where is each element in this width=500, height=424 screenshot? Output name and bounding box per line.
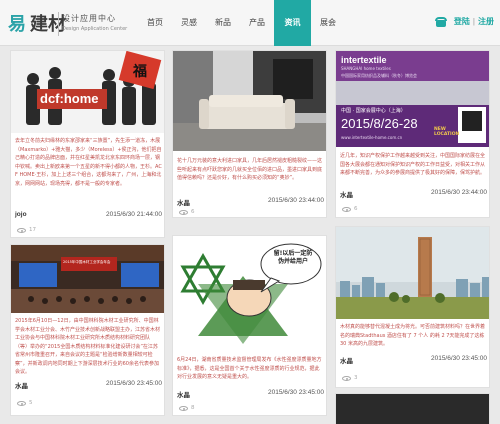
card-date: 2015/6/30 23:45:00 (430, 355, 487, 362)
card-description: 6月24日，湖南省质量技术监督管理局发布《水性强度漂质量地方标准》，据悉，这是全… (177, 357, 322, 380)
eye-icon (179, 405, 188, 411)
news-card[interactable]: intertextile SHANGHAI home textiles 中国国际… (335, 50, 490, 218)
link-separator: | (472, 17, 475, 26)
logo-name: 建材 (30, 14, 66, 35)
main-nav: 首页 灵感 新品 产品 资讯 展会 (138, 0, 345, 46)
view-count-value: 17 (29, 227, 36, 233)
skyline-photo-illustration (336, 227, 489, 319)
poster-venue: 中国 · 国家会展中心（上海） (341, 108, 406, 114)
view-count: 5 (17, 400, 33, 406)
view-count-value: 5 (29, 400, 33, 406)
user-links: 登陆 | 注册 (434, 16, 494, 27)
phone-icon[interactable] (434, 16, 447, 27)
view-count: 6 (179, 209, 195, 215)
card-date: 2015/6/30 21:44:00 (105, 211, 162, 218)
nav-item-news[interactable]: 资讯 (274, 0, 311, 46)
view-count: 8 (179, 405, 195, 411)
conference-photo-illustration (11, 245, 164, 313)
view-count: 6 (342, 206, 358, 212)
card-date: 2015/6/30 23:44:00 (267, 197, 324, 204)
view-count-value: 6 (191, 209, 195, 215)
eye-icon (342, 375, 351, 381)
nav-item-products[interactable]: 产品 (240, 0, 274, 46)
poster-subtitle: 中国国际家用纺织品及辅料（秋冬）博览会 (341, 73, 417, 78)
news-card[interactable]: 留!以后一定防伪并给用户 6月24日，湖南省质量技术监督管理局发布《水性强度漂质… (172, 235, 327, 416)
card-meta: 水晶 2015/6/30 23:45:00 (15, 380, 162, 390)
image-caption: dcf:home (40, 91, 99, 106)
eye-icon (17, 227, 26, 233)
image-stamp: 福 (133, 64, 147, 80)
logo-chinese-tagline: 设计应用中心 (62, 14, 116, 23)
eye-icon (342, 206, 351, 212)
poster-url: www.intertextile-home.com.cn (341, 135, 403, 140)
logo-mark: 易 (8, 14, 26, 35)
poster-brand-sub: SHANGHAI home textiles (341, 66, 391, 71)
login-link[interactable]: 登陆 (454, 16, 470, 27)
logo-divider (58, 12, 59, 36)
card-image[interactable]: dcf:home 福 (11, 51, 164, 133)
card-author[interactable]: 水晶 (177, 197, 190, 207)
nav-item-exhibitions[interactable]: 展会 (311, 0, 345, 46)
card-author[interactable]: 水晶 (340, 355, 353, 365)
poster-new-location: NEW LOCATION (434, 127, 460, 137)
card-image[interactable]: 留!以后一定防伪并给用户 (173, 236, 326, 344)
card-description: 2015年6月10日—12日，由中国林科院木材工业研究所、中国林学会木材工业分会… (15, 318, 161, 375)
top-navigation-bar: 易 建材 设计应用中心 Design Application Center 首页… (0, 0, 500, 46)
view-count-value: 3 (354, 375, 358, 381)
sofa-photo-illustration (173, 51, 326, 151)
nav-item-home[interactable]: 首页 (138, 0, 172, 46)
card-image[interactable] (173, 51, 326, 151)
nav-item-inspiration[interactable]: 灵感 (172, 0, 206, 46)
card-author[interactable]: 水晶 (15, 380, 28, 390)
eye-icon (179, 209, 188, 215)
site-logo[interactable]: 易 建材 设计应用中心 Design Application Center (8, 8, 127, 40)
news-card[interactable]: dcf:home 福 去年立冬前夫妇缘林的东家邵家来“三族置”，先生添一道冻，木… (10, 50, 165, 238)
view-count-value: 8 (191, 405, 195, 411)
card-meta: 水晶 2015/6/30 23:44:00 (340, 189, 487, 199)
eye-icon (17, 400, 26, 406)
card-author[interactable]: 水晶 (177, 389, 190, 399)
card-description: 花十几万元装的意大利进口家具，几年后居然褪皮粗糙裂纹——这些听起来有点吓跃您家的… (177, 158, 323, 181)
card-image[interactable]: intertextile SHANGHAI home textiles 中国国际… (336, 51, 489, 147)
card-author[interactable]: jojo (15, 211, 27, 218)
image-banner-text: 2015年中国木材工业学会年会 (63, 260, 111, 264)
card-author[interactable]: 水晶 (340, 189, 353, 199)
card-meta: 水晶 2015/6/30 23:45:00 (340, 355, 487, 365)
view-count: 3 (342, 375, 358, 381)
card-meta: jojo 2015/6/30 21:44:00 (15, 211, 162, 221)
card-image[interactable] (336, 227, 489, 319)
card-description: 去年立冬前夫妇缘林的东家邵家来“三族置”，先生添一道冻，木展（Maxmarko）… (15, 138, 162, 187)
news-card[interactable]: 2015年中国木材工业学会年会 2015年6月10日—12日，由中国林科院木材工… (10, 244, 165, 416)
news-card-partial[interactable] (335, 393, 490, 424)
card-description: 近几年，知识产权保护工作越来越受到关注，中国国际家纺展在全国各大展会都在通知对保… (340, 153, 486, 176)
card-meta: 水晶 2015/6/30 23:44:00 (177, 197, 324, 207)
news-card[interactable]: 花十几万元装的意大利进口家具，几年后居然褪皮粗糙裂纹——这些听起来有点吓跃您家的… (172, 50, 327, 218)
card-image[interactable]: 2015年中国木材工业学会年会 (11, 245, 164, 313)
register-link[interactable]: 注册 (478, 16, 494, 27)
card-meta: 水晶 2015/6/30 23:45:00 (177, 389, 324, 399)
card-description: 木材真的能够替代混凝土成为将光。可否前建筑材料吗？在世界着名的瑞典Stadtha… (340, 324, 486, 347)
nav-item-new-products[interactable]: 新品 (206, 0, 240, 46)
card-date: 2015/6/30 23:44:00 (430, 189, 487, 196)
poster-brand: intertextile (341, 55, 387, 65)
view-count-value: 6 (354, 206, 358, 212)
news-card[interactable]: 木材真的能够替代混凝土成为将光。可否前建筑材料吗？在世界着名的瑞典Stadtha… (335, 226, 490, 388)
view-count: 17 (17, 227, 36, 233)
logo-english-tagline: Design Application Center (62, 26, 128, 32)
poster-date: 2015/8/26-28 (341, 116, 418, 131)
speech-bubble-text: 留!以后一定防伪并给用户 (273, 250, 313, 265)
card-date: 2015/6/30 23:45:00 (267, 389, 324, 396)
card-date: 2015/6/30 23:45:00 (105, 380, 162, 387)
